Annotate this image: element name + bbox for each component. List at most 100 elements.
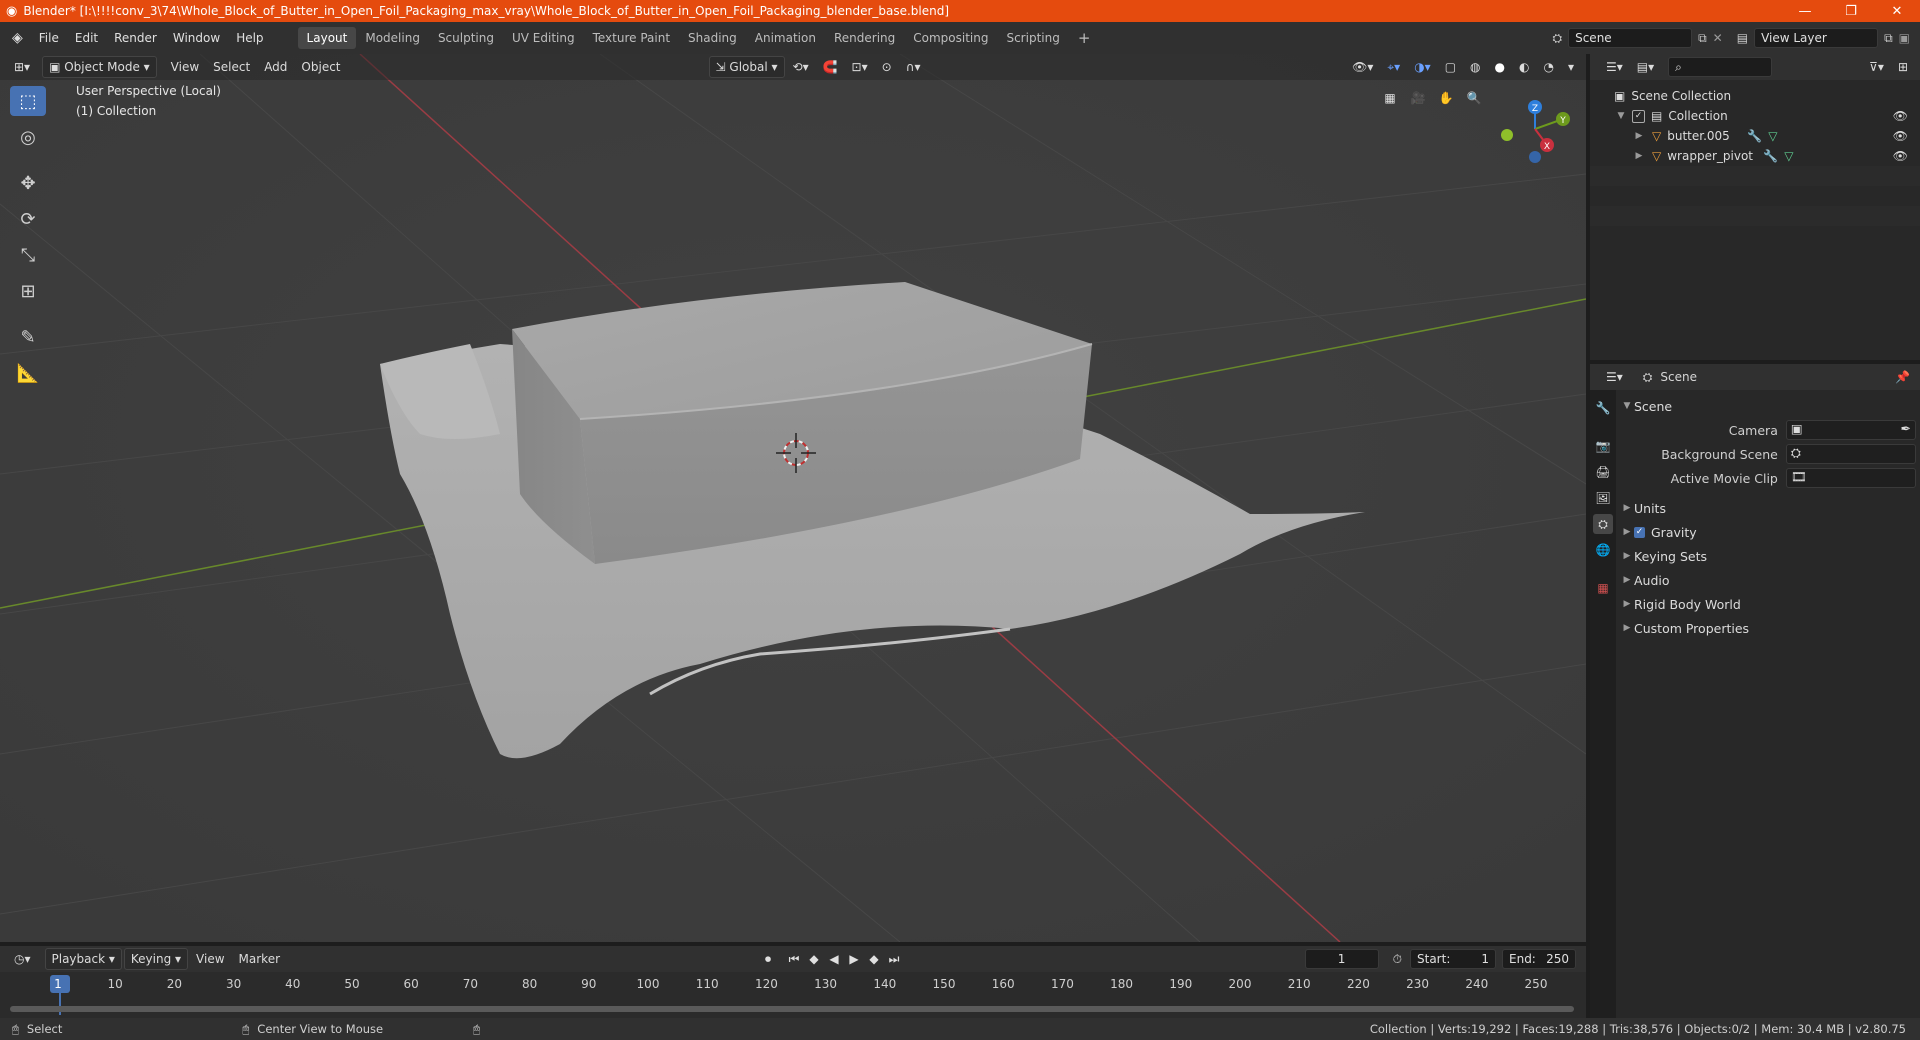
background-scene-field[interactable]: ⛭	[1785, 444, 1916, 464]
gravity-checkbox[interactable]: ✓	[1634, 526, 1645, 538]
tab-modeling[interactable]: Modeling	[356, 27, 429, 49]
select-box-tool-icon[interactable]: ⬚	[10, 86, 46, 116]
toggle-perspective-icon[interactable]: ▦	[1380, 88, 1400, 108]
tab-sculpting[interactable]: Sculpting	[429, 27, 503, 49]
view-layer-field[interactable]: View Layer	[1754, 28, 1879, 48]
play-reverse-icon[interactable]: ◀	[824, 949, 844, 969]
menu-help[interactable]: Help	[228, 22, 271, 54]
eye-icon[interactable]: 👁	[1893, 149, 1908, 163]
menu-edit[interactable]: Edit	[67, 22, 106, 54]
tab-animation[interactable]: Animation	[746, 27, 825, 49]
maximize-button[interactable]: ❐	[1828, 0, 1874, 22]
move-tool-icon[interactable]: ✥	[10, 168, 46, 198]
expand-triangle-icon[interactable]: ▶	[1632, 151, 1646, 161]
modifier-icon[interactable]: 🔧	[1747, 129, 1762, 143]
snap-icon[interactable]: 🧲	[817, 57, 844, 77]
annotate-tool-icon[interactable]: ✎	[10, 322, 46, 352]
viewport-menu-add[interactable]: Add	[258, 57, 293, 77]
menu-file[interactable]: File	[31, 22, 67, 54]
transform-tool-icon[interactable]: ⊞	[10, 276, 46, 306]
proportional-edit-icon[interactable]: ⊙	[876, 57, 898, 77]
eye-icon[interactable]: 👁	[1893, 109, 1908, 123]
blender-menu-icon[interactable]: ◈	[12, 30, 23, 46]
outliner-scene-collection[interactable]: ▣ Scene Collection	[1590, 86, 1920, 106]
timeline-scrollbar[interactable]	[10, 1006, 1574, 1012]
outliner-search-input[interactable]: ⌕	[1668, 57, 1773, 77]
scene-selector-icon[interactable]: ⛭	[1552, 31, 1562, 46]
outliner-item-butter[interactable]: ▶ ▽ butter.005 🔧 ▽ 👁	[1590, 126, 1920, 146]
xray-toggle-icon[interactable]: ▢	[1439, 57, 1462, 77]
menu-window[interactable]: Window	[165, 22, 228, 54]
shading-options-icon[interactable]: ▾	[1562, 57, 1580, 77]
outliner-item-wrapper[interactable]: ▶ ▽ wrapper_pivot 🔧 ▽ 👁	[1590, 146, 1920, 166]
keying-sets-section[interactable]: ▶ Keying Sets	[1620, 544, 1916, 568]
gravity-section[interactable]: ▶ ✓ Gravity	[1620, 520, 1916, 544]
falloff-icon[interactable]: ∩▾	[900, 57, 927, 77]
render-tab-icon[interactable]: 📷	[1593, 436, 1613, 456]
scale-tool-icon[interactable]: ⤡	[10, 240, 46, 270]
custom-properties-section[interactable]: ▶ Custom Properties	[1620, 616, 1916, 640]
eye-icon[interactable]: 👁	[1893, 129, 1908, 143]
camera-field[interactable]: ▣ ✒	[1785, 420, 1916, 440]
viewport-menu-select[interactable]: Select	[207, 57, 256, 77]
properties-editor-type-icon[interactable]: ☰▾	[1600, 367, 1629, 387]
audio-section[interactable]: ▶ Audio	[1620, 568, 1916, 592]
rigid-body-world-section[interactable]: ▶ Rigid Body World	[1620, 592, 1916, 616]
tab-scripting[interactable]: Scripting	[997, 27, 1068, 49]
minimize-button[interactable]: —	[1782, 0, 1828, 22]
view-layer-tab-icon[interactable]: 🖼	[1593, 488, 1613, 508]
wireframe-shading-icon[interactable]: ◍	[1464, 57, 1486, 77]
world-tab-icon[interactable]: 🌐	[1593, 540, 1613, 560]
expand-triangle-icon[interactable]: ▶	[1632, 131, 1646, 141]
output-tab-icon[interactable]: 🖨	[1593, 462, 1613, 482]
stopwatch-icon[interactable]: ⏱	[1393, 952, 1402, 967]
editor-type-icon[interactable]: ⊞▾	[8, 57, 36, 77]
jump-start-icon[interactable]: ⏮	[784, 949, 804, 969]
visibility-icon[interactable]: 👁▾	[1346, 57, 1379, 77]
tab-texture-paint[interactable]: Texture Paint	[584, 27, 679, 49]
camera-view-icon[interactable]: 🎥	[1408, 88, 1428, 108]
mesh-data-icon[interactable]: ▽	[1768, 129, 1777, 143]
zoom-view-icon[interactable]: 🔍	[1464, 88, 1484, 108]
display-mode-icon[interactable]: ▤▾	[1631, 57, 1660, 77]
end-frame-field[interactable]: End: 250	[1502, 949, 1576, 969]
material-shading-icon[interactable]: ◐	[1513, 57, 1535, 77]
viewport-menu-view[interactable]: View	[165, 57, 205, 77]
transform-orientation-selector[interactable]: ⇲ Global ▾	[708, 56, 785, 78]
scene-tab-icon[interactable]: ⛭	[1593, 514, 1613, 534]
scene-field[interactable]: Scene	[1568, 28, 1693, 48]
tab-layout[interactable]: Layout	[297, 27, 357, 49]
tool-tab-icon[interactable]: 🔧	[1593, 398, 1613, 418]
keying-menu[interactable]: Keying ▾	[123, 948, 189, 970]
view-layer-icon[interactable]: ▤	[1737, 31, 1748, 45]
tab-compositing[interactable]: Compositing	[904, 27, 997, 49]
prev-keyframe-icon[interactable]: ◆	[804, 949, 824, 969]
jump-end-icon[interactable]: ⏭	[884, 949, 904, 969]
mesh-data-icon[interactable]: ▽	[1784, 149, 1793, 163]
solid-shading-icon[interactable]: ●	[1489, 57, 1511, 77]
timeline-menu-marker[interactable]: Marker	[233, 949, 286, 969]
rendered-shading-icon[interactable]: ◔	[1537, 57, 1559, 77]
new-collection-icon[interactable]: ⊞	[1892, 57, 1914, 77]
pin-icon[interactable]: 📌	[1895, 370, 1910, 384]
playback-menu[interactable]: Playback ▾	[44, 948, 122, 970]
timeline-editor-type-icon[interactable]: ◷▾	[8, 949, 37, 969]
eyedropper-icon[interactable]: ✒	[1901, 421, 1911, 436]
gizmo-neg-y-handle[interactable]	[1501, 129, 1513, 141]
mode-selector[interactable]: ▣ Object Mode ▾	[42, 56, 157, 78]
units-section[interactable]: ▶ Units	[1620, 496, 1916, 520]
overlay-toggle-icon[interactable]: ◑▾	[1408, 57, 1437, 77]
scene-section-header[interactable]: ▼ Scene	[1620, 394, 1916, 418]
texture-tab-icon[interactable]: ▦	[1593, 578, 1613, 598]
collapse-triangle-icon[interactable]: ▼	[1614, 111, 1628, 121]
delete-scene-icon[interactable]: ✕	[1713, 31, 1723, 45]
tab-rendering[interactable]: Rendering	[825, 27, 904, 49]
rotate-tool-icon[interactable]: ⟳	[10, 204, 46, 234]
close-button[interactable]: ✕	[1874, 0, 1920, 22]
outliner-collection[interactable]: ▼ ✓ ▤ Collection 👁	[1590, 106, 1920, 126]
frame-ruler[interactable]: 1 10 20 30 40 50 60 70 80 90 100 110 120 130 140 150 160…	[0, 972, 1586, 996]
current-frame-field[interactable]: 1	[1304, 949, 1379, 969]
gizmo-neg-z-handle[interactable]	[1529, 151, 1541, 163]
3d-viewport[interactable]: Z Y X User Perspective (Local) (1) Colle…	[0, 54, 1586, 942]
outliner-editor-type-icon[interactable]: ☰▾	[1600, 57, 1629, 77]
